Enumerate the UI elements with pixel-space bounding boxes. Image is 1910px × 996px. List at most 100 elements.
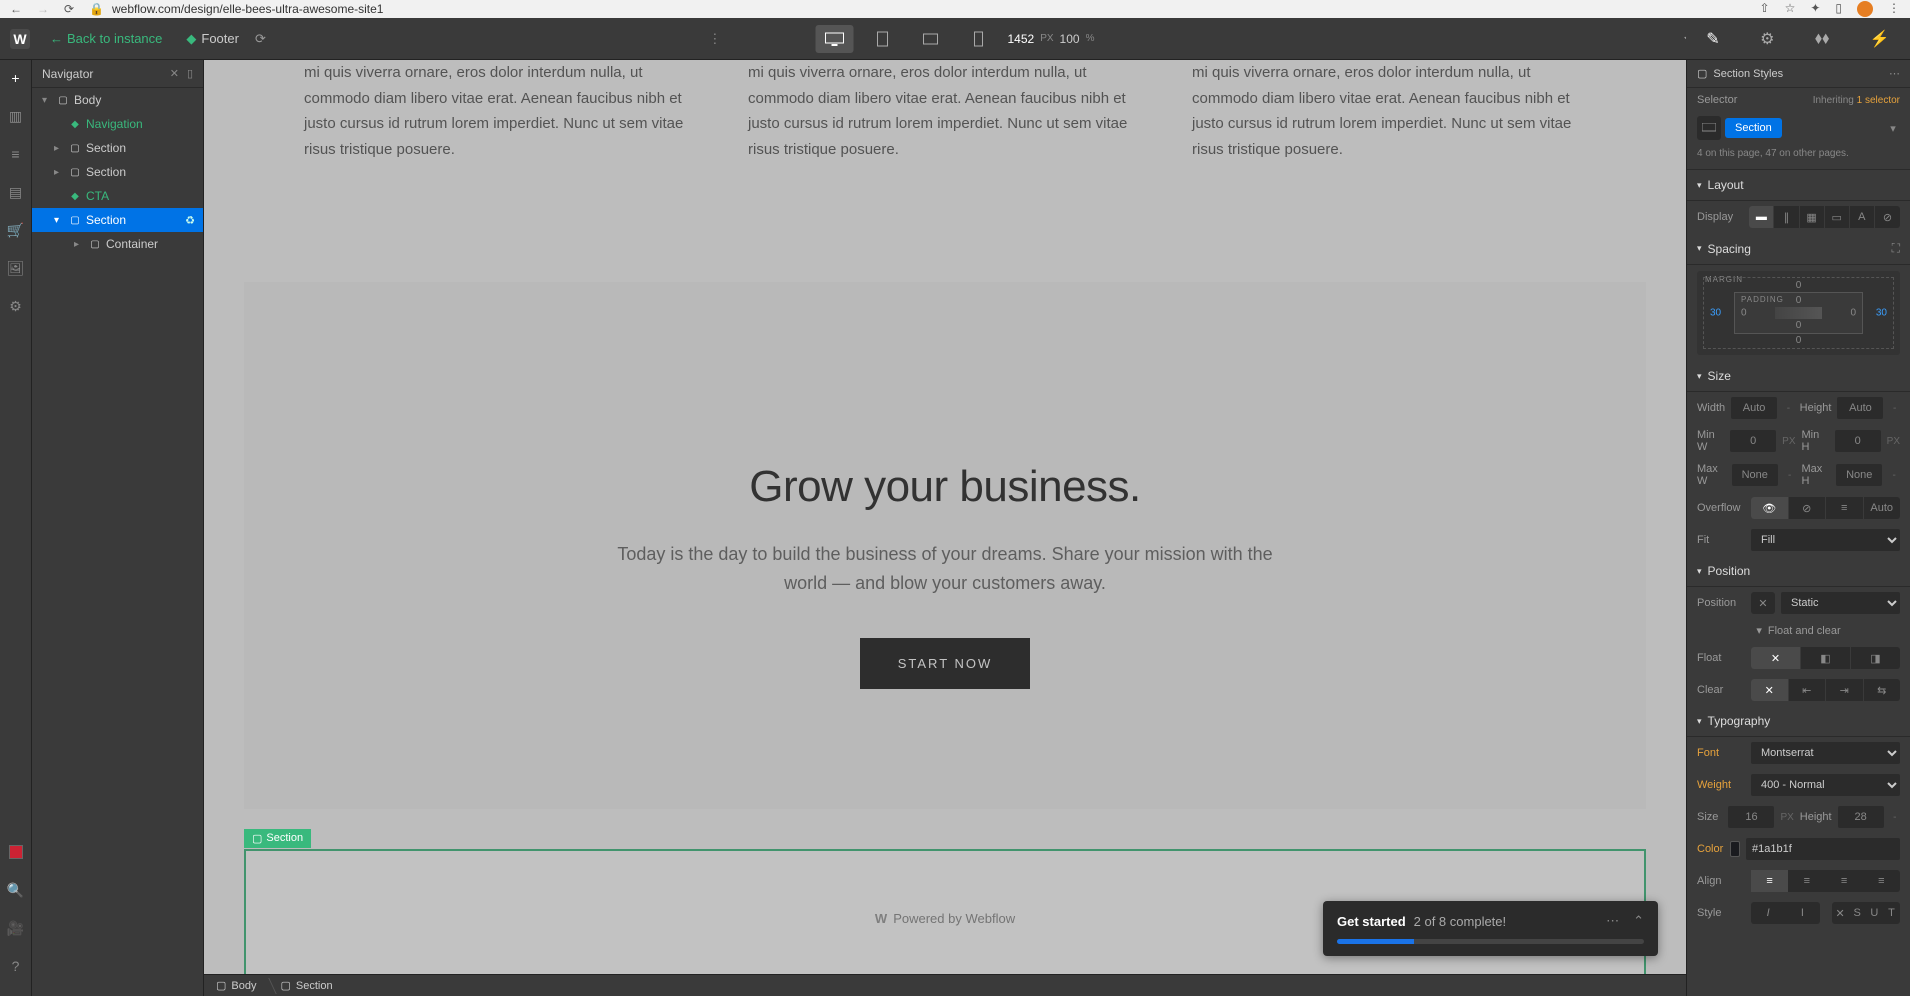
display-flex-button[interactable]: ∥ [1774,206,1799,228]
add-icon[interactable]: + [6,68,26,88]
panel-more-icon[interactable]: ⋯ [1889,67,1900,80]
display-none-button[interactable]: ⊘ [1875,206,1900,228]
chevron-down-icon[interactable]: ▾ [1756,624,1762,637]
font-size-input[interactable] [1728,806,1774,828]
video-icon[interactable]: 🎥 [6,918,26,938]
clear-none-button[interactable]: ✕ [1751,679,1789,701]
overline-button[interactable]: T [1883,902,1900,924]
section-spacing[interactable]: ▾Spacing⛶ [1687,233,1910,265]
display-inline-button[interactable]: A [1850,206,1875,228]
reload-browser-icon[interactable]: ⟳ [64,2,74,16]
width-input[interactable] [1731,397,1777,419]
project-settings-icon[interactable]: ⚙ [6,296,26,316]
collapse-icon[interactable]: ✕ [170,67,179,80]
overflow-visible-button[interactable]: 👁 [1751,497,1789,519]
refresh-icon[interactable]: ⟳ [255,31,266,47]
star-browser-icon[interactable]: ☆ [1785,1,1796,17]
pin-icon[interactable]: ▯ [187,67,193,80]
padding-left[interactable]: 0 [1741,308,1747,319]
interactions-icon[interactable]: ⚡ [1870,29,1890,49]
height-input[interactable] [1837,397,1883,419]
clear-both-button[interactable]: ⇆ [1864,679,1901,701]
float-right-button[interactable]: ◨ [1851,647,1900,669]
overflow-hidden-button[interactable]: ⊘ [1789,497,1827,519]
float-clear-label[interactable]: Float and clear [1768,625,1841,637]
viewport-width[interactable]: 1452 [1008,32,1035,46]
selector-viewport-icon[interactable] [1697,116,1721,140]
section-position[interactable]: ▾Position [1687,556,1910,587]
section-typography[interactable]: ▾Typography [1687,706,1910,737]
overflow-auto-button[interactable]: Auto [1864,497,1901,519]
float-left-button[interactable]: ◧ [1801,647,1851,669]
position-select[interactable]: Static [1781,592,1900,614]
margin-right[interactable]: 30 [1876,308,1887,319]
mobile-viewport-button[interactable] [960,25,998,53]
font-select[interactable]: Montserrat [1751,742,1900,764]
desktop-viewport-button[interactable] [816,25,854,53]
tablet-viewport-button[interactable] [864,25,902,53]
margin-bottom[interactable]: 0 [1796,335,1802,346]
nav-item-navigation[interactable]: ◆Navigation [32,112,203,136]
minh-input[interactable] [1835,430,1881,452]
back-to-instance-button[interactable]: ← Back to instance [42,27,170,50]
decoration-none-button[interactable]: ✕ [1832,902,1849,924]
clear-left-button[interactable]: ⇤ [1789,679,1827,701]
start-now-button[interactable]: START NOW [860,638,1031,689]
help-icon[interactable]: ? [6,956,26,976]
navigator-icon[interactable]: ≡ [6,144,26,164]
display-block-button[interactable]: ▬ [1749,206,1774,228]
padding-bottom[interactable]: 0 [1796,320,1802,331]
more-vert-icon[interactable]: ⋮ [708,31,721,47]
clear-right-button[interactable]: ⇥ [1826,679,1864,701]
padding-top[interactable]: 0 [1796,295,1802,306]
nav-item-cta[interactable]: ◆CTA [32,184,203,208]
cms-icon[interactable]: ▤ [6,182,26,202]
italic-button[interactable]: I [1751,902,1785,924]
spacing-expand-icon[interactable]: ⛶ [1892,241,1900,256]
search-icon[interactable]: 🔍 [6,880,26,900]
toast-more-icon[interactable]: ⋯ [1606,913,1619,929]
position-reset-button[interactable]: ✕ [1751,592,1775,614]
fit-select[interactable]: Fill [1751,529,1900,551]
pages-icon[interactable]: ▥ [6,106,26,126]
share-browser-icon[interactable]: ⇧ [1760,1,1770,17]
spacing-editor[interactable]: MARGIN 0 0 30 30 PADDING 0 0 0 0 [1697,271,1900,355]
maxh-input[interactable] [1836,464,1882,486]
minw-input[interactable] [1730,430,1776,452]
padding-right[interactable]: 0 [1850,308,1856,319]
assets-icon[interactable]: 🖼 [6,258,26,278]
margin-top[interactable]: 0 [1796,280,1802,291]
nav-item-body[interactable]: ▾▢Body [32,88,203,112]
line-height-input[interactable] [1838,806,1884,828]
profile-avatar-icon[interactable] [1857,1,1873,17]
nav-item-section-selected[interactable]: ▾▢Section♻ [32,208,203,232]
overflow-scroll-button[interactable]: ≡ [1826,497,1864,519]
color-swatch[interactable] [1730,841,1740,857]
breadcrumb-section[interactable]: ▢Section [268,975,344,996]
window-icon[interactable]: ▯ [1835,1,1842,17]
align-justify-button[interactable]: ≡ [1863,870,1900,892]
align-left-button[interactable]: ≡ [1751,870,1788,892]
toast-expand-icon[interactable]: ⌃ [1633,913,1644,929]
strikethrough-button[interactable]: S [1849,902,1866,924]
back-browser-icon[interactable]: ← [10,2,22,16]
design-canvas[interactable]: mi quis viverra ornare, eros dolor inter… [204,60,1686,996]
align-right-button[interactable]: ≡ [1826,870,1863,892]
section-tag-label[interactable]: ▢ Section [244,829,311,848]
nav-item-container[interactable]: ▸▢Container [32,232,203,256]
color-input[interactable] [1746,838,1900,860]
more-browser-icon[interactable]: ⋮ [1888,1,1900,17]
record-icon[interactable] [6,842,26,862]
landscape-viewport-button[interactable] [912,25,950,53]
inheriting-info[interactable]: Inheriting 1 selector [1813,95,1900,106]
section-layout[interactable]: ▾Layout [1687,170,1910,201]
style-manager-icon[interactable]: ⬧⬧ [1815,30,1829,48]
forward-browser-icon[interactable]: → [37,2,49,16]
display-grid-button[interactable]: ▦ [1800,206,1825,228]
viewport-zoom[interactable]: 100 [1060,32,1080,46]
settings-gear-icon[interactable]: ⚙ [1760,29,1774,49]
display-inline-block-button[interactable]: ▭ [1825,206,1850,228]
underline-button[interactable]: U [1866,902,1883,924]
breadcrumb-body[interactable]: ▢Body [204,975,268,996]
weight-select[interactable]: 400 - Normal [1751,774,1900,796]
